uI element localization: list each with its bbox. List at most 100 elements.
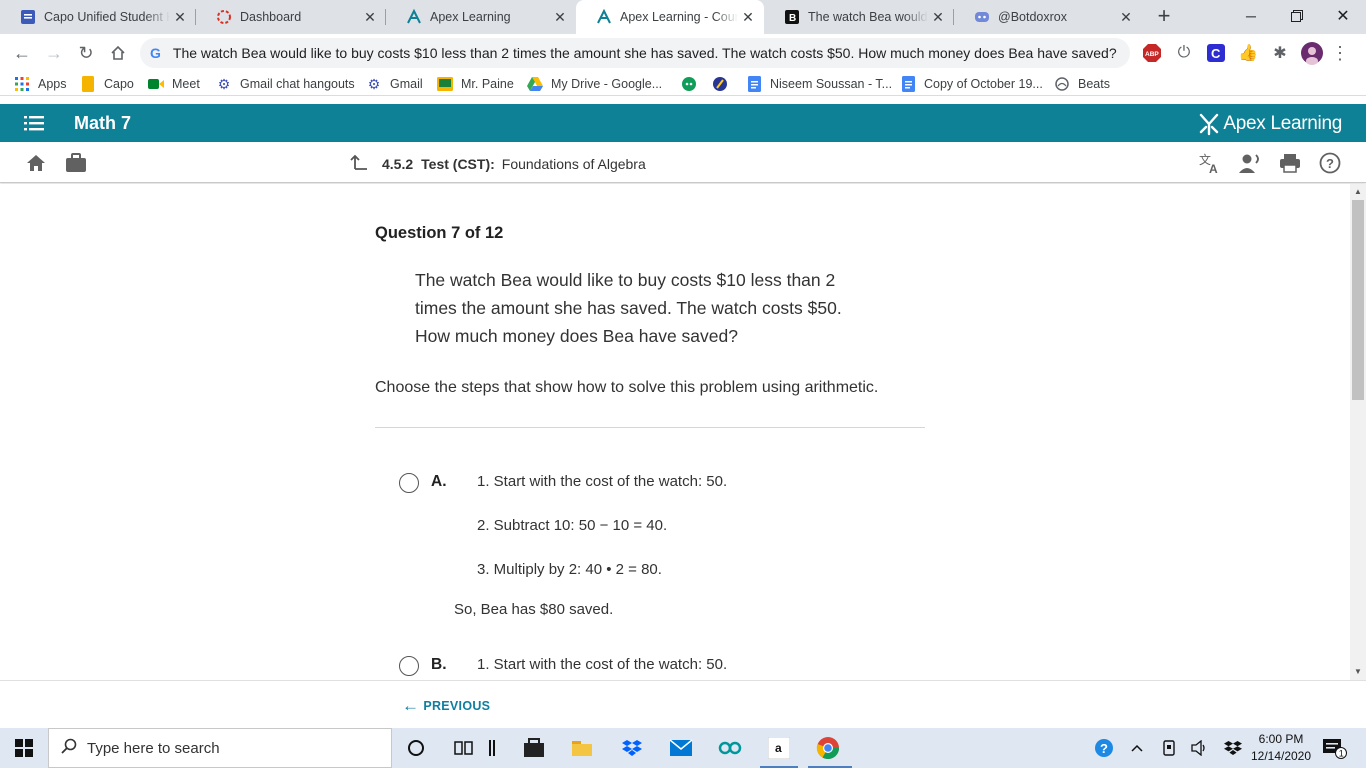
reload-icon[interactable]: ↻	[74, 41, 98, 65]
restore-icon[interactable]	[1274, 0, 1320, 32]
tab-label: Apex Learning - Course	[620, 10, 738, 24]
read-aloud-icon[interactable]	[1238, 152, 1260, 174]
tab-label: Dashboard	[240, 10, 302, 24]
chevron-up-icon[interactable]	[1126, 728, 1148, 768]
question-prompt: The watch Bea would like to buy costs $1…	[415, 266, 875, 350]
radio-button-b[interactable]	[399, 656, 419, 676]
close-icon[interactable]: ✕	[1116, 7, 1136, 27]
apex-header: Math 7 Apex Learning	[0, 104, 1366, 142]
radio-button-a[interactable]	[399, 473, 419, 493]
notification-center-icon[interactable]: 1	[1320, 728, 1350, 768]
sheets-icon	[80, 76, 96, 92]
option-step: 3. Multiply by 2: 40 • 2 = 80.	[477, 561, 662, 578]
tab-label: @Botdoxrox	[998, 10, 1067, 24]
prompt-line: How much money does Bea have saved?	[415, 326, 738, 346]
extensions-puzzle-icon[interactable]: ✱	[1270, 43, 1290, 63]
previous-button[interactable]: ← PREVIOUS	[402, 696, 490, 716]
home-icon[interactable]	[106, 41, 130, 65]
close-icon[interactable]: ✕	[170, 7, 190, 27]
bookmark-gmail-chat-hangouts[interactable]: ⚙ Gmail chat hangouts	[216, 74, 355, 94]
amazon-icon[interactable]: a	[755, 728, 803, 768]
close-icon[interactable]: ✕	[550, 7, 570, 27]
apex-logo-icon	[1200, 113, 1219, 136]
browser-toolbar: ← → ↻ G The watch Bea would like to buy …	[0, 34, 1366, 72]
divider	[375, 427, 925, 428]
prompt-line: times the amount she has saved. The watc…	[415, 298, 842, 318]
close-icon[interactable]: ✕	[738, 7, 758, 27]
window-close-icon[interactable]: ✕	[1320, 0, 1366, 32]
file-explorer-icon[interactable]	[558, 728, 606, 768]
dropbox-icon[interactable]	[608, 728, 656, 768]
bookmark-green-icon[interactable]	[681, 74, 705, 94]
store-icon[interactable]	[510, 728, 558, 768]
volume-icon[interactable]	[1189, 728, 1211, 768]
chrome-icon[interactable]	[804, 728, 852, 768]
back-icon[interactable]: ←	[10, 41, 34, 65]
adblock-icon[interactable]: ABP	[1142, 43, 1162, 63]
help-icon[interactable]: ?	[1319, 152, 1341, 174]
bookmark-label: Beats	[1078, 77, 1110, 91]
bookmark-label: Apps	[38, 77, 67, 91]
windows-start-icon[interactable]	[0, 728, 48, 768]
bookmark-label: Meet	[172, 77, 200, 91]
device-icon[interactable]	[1158, 728, 1180, 768]
apex-icon	[406, 9, 422, 25]
bookmark-blue-icon[interactable]	[712, 74, 736, 94]
dropbox-tray-icon[interactable]	[1222, 728, 1244, 768]
power-icon[interactable]: ⏻	[1174, 43, 1194, 63]
bookmark-gmail[interactable]: ⚙ Gmail	[366, 74, 423, 94]
taskbar-search-box[interactable]: Type here to search	[48, 728, 392, 768]
help-tray-icon[interactable]: ?	[1092, 728, 1116, 768]
scrollbar-thumb[interactable]	[1352, 200, 1364, 400]
print-icon[interactable]	[1279, 152, 1301, 174]
address-bar[interactable]: G The watch Bea would like to buy costs …	[140, 38, 1130, 68]
extension-c-icon[interactable]: C	[1206, 43, 1226, 63]
browser-menu-icon[interactable]: ⋮	[1330, 43, 1350, 63]
forward-icon[interactable]: →	[42, 41, 66, 65]
bookmark-beats[interactable]: Beats	[1054, 74, 1110, 94]
tab-dashboard[interactable]: Dashboard ✕	[196, 0, 386, 34]
thumbs-up-icon[interactable]: 👍	[1238, 43, 1258, 63]
scroll-down-arrow-icon[interactable]: ▼	[1354, 668, 1362, 676]
activity-number: 4.5.2	[382, 155, 414, 172]
bookmark-apps[interactable]: Apps	[14, 74, 67, 94]
page-scrollbar[interactable]: ▲ ▼	[1350, 184, 1366, 680]
activity-toolbar: 4.5.2 Test (CST): Foundations of Algebra…	[0, 142, 1366, 183]
briefcase-icon[interactable]	[65, 152, 87, 174]
hamburger-menu-icon[interactable]	[24, 113, 46, 133]
bookmark-meet[interactable]: Meet	[148, 74, 200, 94]
close-icon[interactable]: ✕	[928, 7, 948, 27]
home-icon[interactable]	[25, 152, 47, 174]
mail-icon[interactable]	[657, 728, 705, 768]
search-placeholder: Type here to search	[87, 739, 220, 757]
bookmark-capo[interactable]: Capo	[80, 74, 134, 94]
bookmark-my-drive[interactable]: My Drive - Google...	[527, 74, 662, 94]
close-icon[interactable]: ✕	[360, 7, 380, 27]
tab-apex-course-active[interactable]: Apex Learning - Course ✕	[576, 0, 764, 34]
apps-grid-icon	[14, 76, 30, 92]
scroll-up-arrow-icon[interactable]: ▲	[1354, 188, 1362, 196]
cortana-icon[interactable]	[392, 728, 440, 768]
tab-brainly[interactable]: B The watch Bea would lik ✕	[764, 0, 954, 34]
profile-avatar[interactable]	[1300, 41, 1324, 65]
arduino-icon[interactable]	[706, 728, 754, 768]
translate-icon[interactable]: 文A	[1199, 152, 1221, 174]
tab-capo-unified[interactable]: Capo Unified Student H ✕	[0, 0, 196, 34]
bookmark-niseem-soussan[interactable]: Niseem Soussan - T...	[746, 74, 892, 94]
arrow-left-icon: ←	[402, 696, 420, 715]
gear-icon: ⚙	[367, 75, 381, 92]
tab-apex-learning[interactable]: Apex Learning ✕	[386, 0, 576, 34]
new-tab-button[interactable]: +	[1152, 5, 1176, 29]
apex-logo: Apex Learning	[1198, 112, 1342, 136]
pinned-app-bar-icon[interactable]	[472, 728, 512, 768]
svg-text:a: a	[775, 741, 782, 755]
minimize-icon[interactable]: ─	[1228, 0, 1274, 32]
bookmark-mr-paine[interactable]: Mr. Paine	[437, 74, 514, 94]
tab-discord[interactable]: @Botdoxrox ✕	[954, 0, 1142, 34]
system-clock[interactable]: 6:00 PM 12/14/2020	[1248, 731, 1314, 765]
option-letter: A.	[431, 473, 447, 490]
bookmark-copy-of-october[interactable]: Copy of October 19...	[900, 74, 1043, 94]
svg-text:B: B	[789, 13, 796, 24]
up-level-icon[interactable]	[350, 153, 368, 174]
bookmark-label: Gmail chat hangouts	[240, 77, 355, 91]
